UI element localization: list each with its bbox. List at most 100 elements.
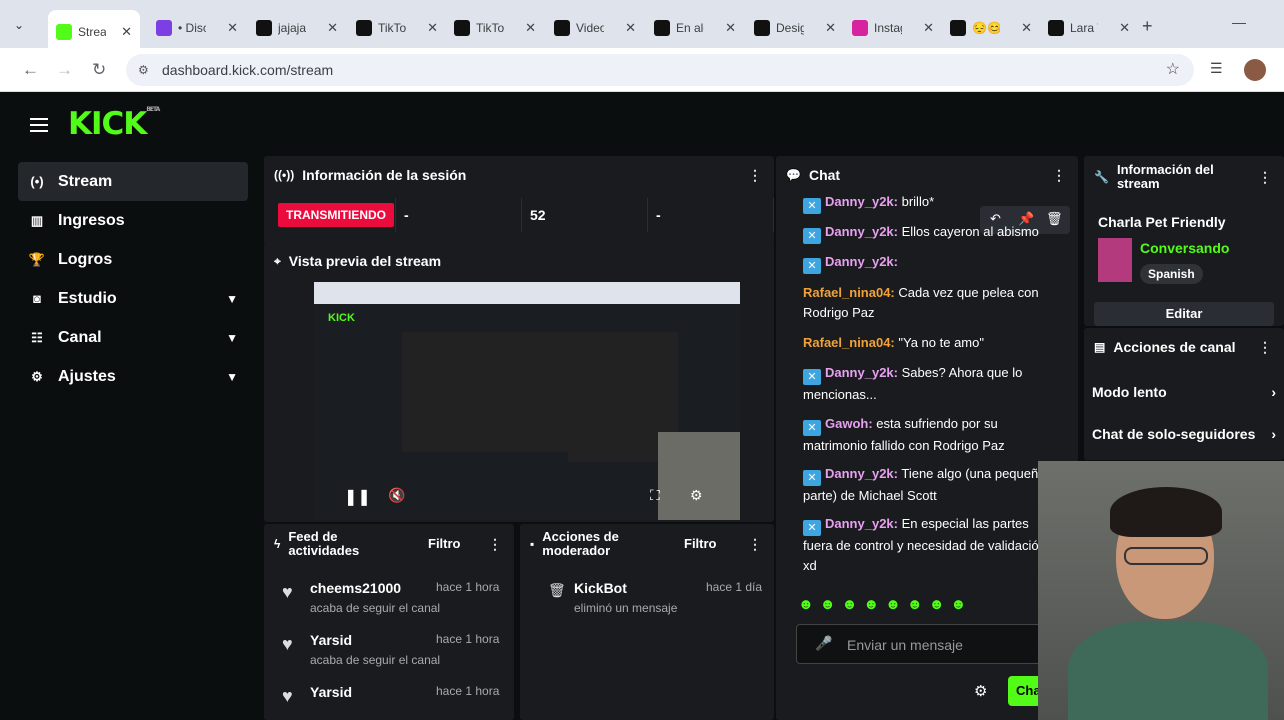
feed-menu-icon[interactable]: ⋮ <box>488 537 502 551</box>
close-tab-icon[interactable]: ✕ <box>427 20 438 36</box>
browser-tab[interactable]: En alg ✕ <box>646 12 744 44</box>
close-tab-icon[interactable]: ✕ <box>327 20 338 36</box>
close-tab-icon[interactable]: ✕ <box>625 20 636 36</box>
slow-mode-item[interactable]: Modo lento › <box>1092 384 1276 400</box>
browser-tab[interactable]: jajaja ✕ <box>248 12 346 44</box>
kick-badge-icon: ✕ <box>803 420 821 436</box>
stream-title: Charla Pet Friendly <box>1098 214 1226 230</box>
chevron-down-icon[interactable]: ▼ <box>226 292 238 306</box>
back-button[interactable]: ← <box>22 60 39 80</box>
sidebar-item-estudio[interactable]: ◙ Estudio ▼ <box>18 279 248 318</box>
chat-input[interactable]: 🎤 Enviar un mensaje <box>796 624 1046 664</box>
close-tab-icon[interactable]: ✕ <box>121 24 132 40</box>
extensions-icon[interactable]: ☰ <box>1210 60 1223 77</box>
heart-icon: ♥ <box>282 686 293 706</box>
session-menu-icon[interactable]: ⋮ <box>748 167 762 184</box>
slow-mode-label: Modo lento <box>1092 384 1167 400</box>
followers-only-item[interactable]: Chat de solo-seguidores › <box>1092 426 1276 442</box>
close-tab-icon[interactable]: ✕ <box>1119 20 1130 36</box>
live-status-badge: TRANSMITIENDO <box>278 203 394 227</box>
feed-filter-button[interactable]: Filtro <box>428 537 461 551</box>
chevron-down-icon[interactable]: ▼ <box>226 331 238 345</box>
browser-tab[interactable]: 😔😊 ✕ <box>942 12 1040 44</box>
kick-badge-icon: ✕ <box>803 520 821 536</box>
site-info-icon[interactable]: ⚙ <box>138 54 149 86</box>
close-tab-icon[interactable]: ✕ <box>825 20 836 36</box>
sidebar-item-ajustes[interactable]: ⚙ Ajustes ▼ <box>18 357 248 396</box>
mute-icon[interactable]: 🔇 <box>388 487 405 504</box>
chat-username[interactable]: Rafael_nina04: <box>803 285 895 300</box>
sidebar-item-stream[interactable]: (•) Stream <box>18 162 248 201</box>
browser-tab[interactable]: Video ✕ <box>546 12 644 44</box>
settings-icon[interactable]: ⚙ <box>690 487 703 504</box>
menu-icon[interactable] <box>30 114 48 136</box>
heart-icon: ♥ <box>282 582 293 602</box>
tab-label: Instag <box>874 21 902 35</box>
profile-avatar[interactable] <box>1244 59 1266 81</box>
bookmark-star-icon[interactable]: ☆ <box>1166 54 1180 86</box>
close-tab-icon[interactable]: ✕ <box>227 20 238 36</box>
trophy-icon: 🏆 <box>28 251 46 267</box>
sidebar-item-logros[interactable]: 🏆 Logros <box>18 240 248 279</box>
chat-menu-icon[interactable]: ⋮ <box>1052 167 1066 184</box>
browser-tab[interactable]: Desig ✕ <box>746 12 844 44</box>
tab-label: Lara V <box>1070 21 1098 35</box>
browser-tab[interactable]: TikTok ✕ <box>446 12 544 44</box>
fullscreen-icon[interactable]: ⛶ <box>650 487 660 504</box>
mod-action-row: 🗑 KickBot eliminó un mensaje hace 1 día <box>548 580 764 615</box>
browser-tab[interactable]: • Disc ✕ <box>148 12 246 44</box>
sidebar-item-canal[interactable]: ☷ Canal ▼ <box>18 318 248 357</box>
kick-badge-icon: ✕ <box>803 198 821 214</box>
close-tab-icon[interactable]: ✕ <box>1021 20 1032 36</box>
chevron-down-icon[interactable]: ▼ <box>226 370 238 384</box>
kick-logo[interactable]: KICKBETA <box>68 106 160 142</box>
close-tab-icon[interactable]: ✕ <box>525 20 536 36</box>
reload-button[interactable]: ↻ <box>92 60 106 80</box>
chat-username[interactable]: Danny_y2k: <box>825 224 898 239</box>
channel-actions-menu-icon[interactable]: ⋮ <box>1258 339 1272 356</box>
emote-bar: ☻☻☻☻☻☻☻☻ <box>798 596 973 613</box>
chat-username[interactable]: Danny_y2k: <box>825 466 898 481</box>
sidebar-item-label: Stream <box>58 172 113 190</box>
stream-preview-video[interactable]: KICK ❚❚ 🔇 ⛶ ⚙ <box>314 282 740 520</box>
sidebar-item-label: Logros <box>58 250 113 268</box>
forward-button[interactable]: → <box>56 60 73 80</box>
chevron-right-icon: › <box>1267 426 1276 442</box>
new-tab-button[interactable]: + <box>1142 16 1153 37</box>
close-tab-icon[interactable]: ✕ <box>725 20 736 36</box>
chat-username[interactable]: Gawoh: <box>825 416 873 431</box>
chat-username[interactable]: Danny_y2k: <box>825 516 898 531</box>
stream-info-menu-icon[interactable]: ⋮ <box>1258 170 1272 184</box>
chat-username[interactable]: Danny_y2k: <box>825 254 898 269</box>
kick-badge-icon: ✕ <box>803 470 821 486</box>
mod-filter-button[interactable]: Filtro <box>684 537 717 551</box>
microphone-icon[interactable]: 🎤 <box>815 635 832 652</box>
tab-favicon-icon <box>256 20 272 36</box>
browser-tab[interactable]: Instag ✕ <box>844 12 942 44</box>
url-text: dashboard.kick.com/stream <box>162 62 334 78</box>
chevron-right-icon: › <box>1271 384 1276 400</box>
minimize-icon[interactable]: — <box>1232 14 1246 30</box>
mod-title: Acciones de moderador <box>542 529 619 558</box>
chat-username[interactable]: Danny_y2k: <box>825 365 898 380</box>
tab-favicon-icon <box>950 20 966 36</box>
category-name[interactable]: Conversando <box>1140 240 1229 256</box>
sidebar: (•) Stream ▥ Ingresos 🏆 Logros ◙ Estudio ▼ ☷ Canal… <box>18 162 248 396</box>
pause-icon[interactable]: ❚❚ <box>344 487 371 507</box>
mod-menu-icon[interactable]: ⋮ <box>748 537 762 551</box>
edit-button[interactable]: Editar <box>1094 302 1274 326</box>
sidebar-item-ingresos[interactable]: ▥ Ingresos <box>18 201 248 240</box>
chat-username[interactable]: Danny_y2k: <box>825 194 898 209</box>
browser-tab-strip: ⌄ Stream✕• Disc✕jajaja✕TikTok✕TikTok✕Vid… <box>0 0 1284 54</box>
preview-icon: ⌖ <box>274 253 281 268</box>
chat-bubble-icon: 💬 <box>786 168 801 182</box>
tab-search-button[interactable]: ⌄ <box>14 18 24 32</box>
chat-username[interactable]: Rafael_nina04: <box>803 335 895 350</box>
browser-tab[interactable]: TikTok ✕ <box>348 12 446 44</box>
close-tab-icon[interactable]: ✕ <box>923 20 934 36</box>
chat-settings-icon[interactable]: ⚙ <box>974 682 987 700</box>
shield-icon: ▪ <box>530 537 535 551</box>
browser-tab[interactable]: Lara V ✕ <box>1040 12 1138 44</box>
url-field[interactable]: ⚙ dashboard.kick.com/stream ☆ <box>126 54 1194 86</box>
tab-label: jajaja <box>278 21 306 35</box>
